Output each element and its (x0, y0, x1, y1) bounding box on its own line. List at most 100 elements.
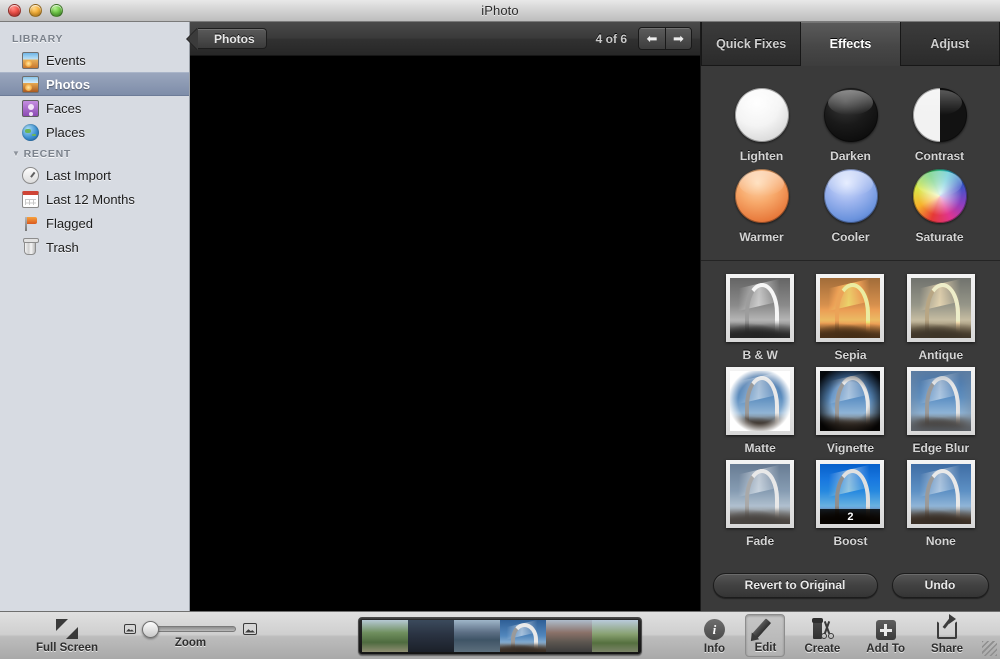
tab-quick-fixes[interactable]: Quick Fixes (701, 22, 802, 66)
photo-display-area[interactable] (190, 56, 700, 611)
filmstrip-thumbnail-4[interactable] (500, 620, 546, 652)
chevron-down-icon: ▼ (12, 149, 21, 158)
effect-contrast[interactable]: Contrast (895, 88, 984, 163)
sidebar-item-last-import[interactable]: Last Import (0, 163, 189, 187)
zoom-slider[interactable] (142, 620, 236, 638)
zoom-slider-row (124, 620, 257, 638)
effect-warmer[interactable]: Warmer (717, 169, 806, 244)
effect-fade-label: Fade (746, 534, 775, 548)
tab-effects[interactable]: Effects (801, 22, 901, 66)
effect-edge-blur[interactable]: Edge Blur (896, 367, 986, 455)
effect-boost-thumbnail: 2 (816, 460, 885, 528)
zoom-slider-knob[interactable] (142, 620, 159, 638)
sidebar-item-flagged[interactable]: Flagged (0, 211, 189, 235)
trash-icon (22, 237, 39, 256)
sidebar-item-faces-label: Faces (46, 100, 82, 116)
effect-vignette-label: Vignette (826, 441, 875, 455)
effect-antique-label: Antique (918, 348, 964, 362)
sidebar-item-last-12-months[interactable]: Last 12 Months (0, 187, 189, 211)
info-icon: i (702, 619, 726, 641)
sidebar-item-last-12-months-label: Last 12 Months (46, 191, 135, 207)
edit-label: Edit (754, 642, 777, 654)
effect-darken[interactable]: Darken (806, 88, 895, 163)
edit-panel-actions: Revert to Original Undo (701, 563, 1000, 611)
previous-photo-button[interactable]: ⬅ (639, 28, 665, 49)
effect-sepia[interactable]: Sepia (805, 274, 895, 362)
sidebar-item-events[interactable]: Events (0, 48, 189, 72)
arch-preview-image (820, 371, 881, 431)
zoom-button[interactable] (50, 4, 63, 17)
sidebar-item-places[interactable]: Places (0, 120, 189, 144)
sidebar-item-photos[interactable]: Photos (0, 72, 189, 96)
title-bar: iPhoto (0, 0, 1000, 22)
info-label: Info (703, 643, 725, 655)
effect-boost-count-badge: 2 (820, 509, 881, 524)
share-icon (935, 614, 959, 641)
small-thumbnail-icon (124, 623, 136, 634)
effect-cooler[interactable]: Cooler (806, 169, 895, 244)
effect-vignette-thumbnail (816, 367, 885, 435)
next-photo-button[interactable]: ➡ (665, 28, 691, 49)
thumbnail-effects-grid: B & W Sepia Antique Matte Vignette Edge … (701, 261, 1000, 558)
arch-preview-image (730, 464, 791, 524)
tab-adjust-label: Adjust (930, 36, 970, 51)
share-label: Share (931, 643, 963, 655)
viewer-toolbar: Photos 4 of 6 ⬅ ➡ (190, 22, 700, 56)
resize-grip[interactable] (982, 641, 997, 656)
share-button[interactable]: Share (924, 614, 970, 657)
create-button[interactable]: Create (797, 616, 847, 657)
effect-matte[interactable]: Matte (715, 367, 805, 455)
effect-none[interactable]: None (896, 460, 986, 548)
effect-bw-label: B & W (742, 348, 778, 362)
viewer-navigation: 4 of 6 ⬅ ➡ (596, 27, 692, 50)
add-to-button[interactable]: Add To (859, 616, 912, 657)
undo-button[interactable]: Undo (891, 572, 989, 598)
effect-saturate[interactable]: Saturate (895, 169, 984, 244)
sidebar-section-recent[interactable]: ▼ RECENT (0, 144, 189, 163)
warmer-swatch-icon (734, 169, 789, 223)
window-title: iPhoto (481, 3, 519, 18)
filmstrip-thumbnail-5[interactable] (546, 620, 592, 652)
effect-boost-label: Boost (833, 534, 868, 548)
photos-icon (22, 75, 39, 93)
effect-matte-label: Matte (744, 441, 776, 455)
filmstrip-thumbnail-2[interactable] (408, 620, 454, 652)
create-label: Create (804, 643, 841, 655)
filmstrip-thumbnail-6[interactable] (592, 620, 638, 652)
sidebar-item-trash[interactable]: Trash (0, 235, 189, 259)
effect-cooler-label: Cooler (831, 230, 870, 244)
create-icon (810, 618, 835, 641)
effect-bw[interactable]: B & W (715, 274, 805, 362)
close-button[interactable] (8, 4, 21, 17)
sidebar-section-library-label: LIBRARY (12, 33, 64, 45)
effect-fade[interactable]: Fade (715, 460, 805, 548)
left-arrow-icon: ⬅ (646, 31, 658, 46)
window-controls (0, 4, 63, 17)
sidebar-item-places-label: Places (46, 124, 86, 140)
effect-boost[interactable]: 2 Boost (805, 460, 895, 548)
info-button[interactable]: i Info (695, 616, 733, 657)
effect-vignette[interactable]: Vignette (805, 367, 895, 455)
full-screen-button[interactable]: Full Screen (36, 618, 98, 654)
nav-arrow-group: ⬅ ➡ (638, 27, 692, 50)
sidebar-section-recent-label: RECENT (23, 148, 71, 160)
arch-preview-image (500, 620, 546, 652)
revert-to-original-button[interactable]: Revert to Original (712, 572, 878, 598)
effect-sepia-label: Sepia (834, 348, 867, 362)
back-to-photos-button[interactable]: Photos (198, 28, 267, 49)
tab-adjust[interactable]: Adjust (900, 22, 1000, 66)
effect-edge-blur-thumbnail (906, 367, 975, 435)
effect-bw-thumbnail (726, 274, 795, 342)
sidebar-item-faces[interactable]: Faces (0, 96, 189, 120)
undo-label: Undo (924, 578, 956, 592)
sidebar-item-photos-label: Photos (46, 76, 91, 92)
effect-lighten[interactable]: Lighten (717, 88, 806, 163)
orb-effects-grid: Lighten Darken Contrast Warmer Cooler Sa… (701, 66, 1000, 261)
effect-antique[interactable]: Antique (896, 274, 986, 362)
minimize-button[interactable] (29, 4, 42, 17)
sidebar-section-library: LIBRARY (0, 29, 189, 48)
full-screen-icon (54, 618, 80, 640)
filmstrip-thumbnail-1[interactable] (362, 620, 408, 652)
filmstrip-thumbnail-3[interactable] (454, 620, 500, 652)
edit-button[interactable]: Edit (745, 614, 786, 657)
